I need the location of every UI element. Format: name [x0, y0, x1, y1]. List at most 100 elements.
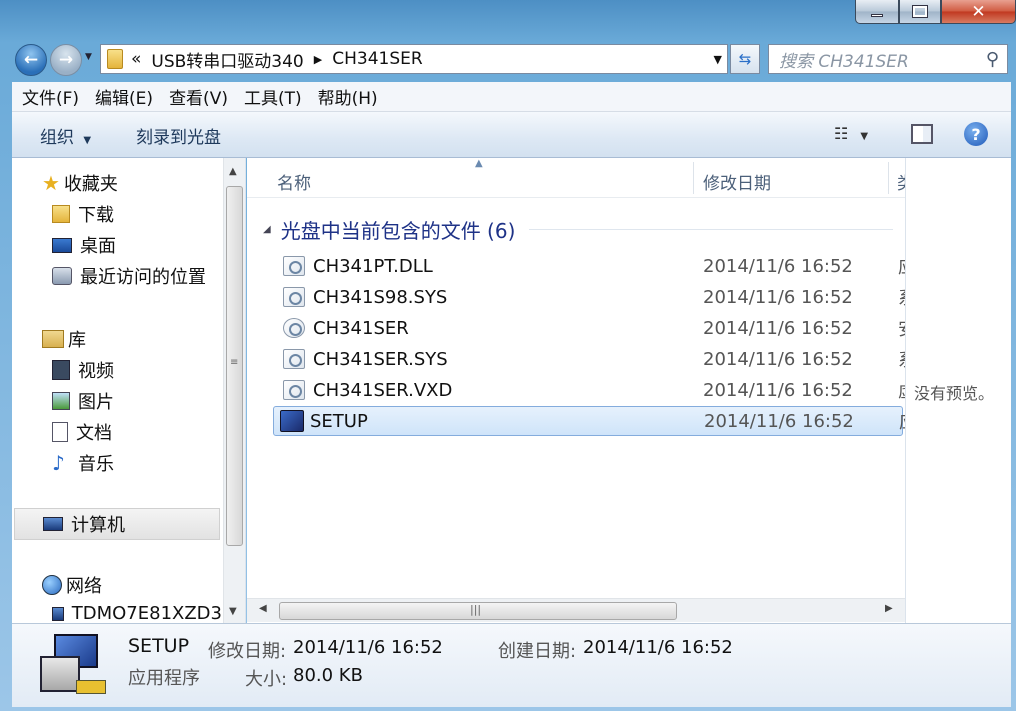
nav-scrollbar[interactable]: ▲ ≡ ▼: [223, 158, 245, 623]
maximize-icon: [912, 5, 928, 18]
details-file-name: SETUP: [128, 635, 190, 657]
file-date: 2014/11/6 16:52: [703, 286, 853, 308]
group-header[interactable]: ◢ 光盘中当前包含的文件 (6): [263, 215, 893, 244]
details-created-label: 创建日期:: [498, 641, 577, 662]
nav-network[interactable]: 网络: [42, 572, 102, 598]
nav-computer[interactable]: 计算机: [14, 508, 220, 540]
file-date: 2014/11/6 16:52: [704, 410, 854, 432]
view-options-button[interactable]: ☷ ▼: [834, 124, 868, 143]
nav-item-downloads[interactable]: 下载: [52, 201, 114, 227]
command-bar: 组织 ▼ 刻录到光盘 ☷ ▼ ?: [12, 112, 1011, 158]
file-name: SETUP: [310, 410, 368, 432]
documents-icon: [52, 422, 68, 442]
nav-item-pictures[interactable]: 图片: [52, 388, 114, 414]
search-input[interactable]: 搜索 CH341SER ⚲: [768, 44, 1008, 74]
menu-help[interactable]: 帮助(H): [318, 84, 378, 109]
address-history-dropdown-icon[interactable]: ▼: [714, 53, 722, 66]
scroll-up-icon[interactable]: ▲: [229, 166, 237, 177]
forward-button[interactable]: →: [50, 44, 82, 76]
nav-item-desktop[interactable]: 桌面: [52, 232, 116, 258]
file-row-selected[interactable]: SETUP 2014/11/6 16:52 应: [273, 406, 911, 436]
search-placeholder: 搜索 CH341SER: [779, 51, 909, 72]
back-button[interactable]: ←: [15, 44, 47, 76]
nav-item-documents[interactable]: 文档: [52, 419, 112, 445]
horizontal-scroll-thumb[interactable]: |||: [279, 602, 677, 620]
nav-item-label: TDMO7E81XZD3: [71, 603, 222, 624]
refresh-button[interactable]: ⇆: [730, 44, 760, 74]
close-button[interactable]: ✕: [941, 0, 1016, 24]
recent-pages-dropdown[interactable]: ▼: [85, 52, 92, 62]
column-divider[interactable]: [693, 162, 694, 194]
column-date[interactable]: 修改日期: [703, 169, 771, 194]
nav-item-label: 最近访问的位置: [80, 267, 206, 288]
nav-item-network-computer[interactable]: TDMO7E81XZD3: [52, 603, 222, 624]
menu-bar: 文件(F) 编辑(E) 查看(V) 工具(T) 帮助(H): [12, 82, 1011, 112]
nav-network-label: 网络: [66, 576, 102, 597]
help-icon: ?: [971, 124, 981, 144]
column-headers: 名称 ▲ 修改日期 类: [247, 158, 905, 198]
file-date: 2014/11/6 16:52: [703, 255, 853, 277]
setup-program-icon: [280, 410, 304, 432]
system-file-icon: [283, 349, 305, 369]
nav-item-label: 文档: [76, 423, 112, 444]
navigation-pane: ★ 收藏夹 下载 桌面 最近访问的位置 库 视频 图片 文档 ♪ 音乐 计算机 …: [12, 158, 246, 624]
file-row[interactable]: CH341PT.DLL 2014/11/6 16:52 应: [273, 251, 910, 281]
minimize-button[interactable]: [855, 0, 899, 24]
scroll-left-icon[interactable]: ◀: [259, 603, 267, 614]
refresh-icon: ⇆: [738, 50, 752, 68]
nav-libraries[interactable]: 库: [42, 326, 86, 352]
menu-file[interactable]: 文件(F): [22, 84, 79, 109]
details-file-kind: 应用程序: [128, 668, 200, 689]
breadcrumb-separator-icon[interactable]: ▶: [314, 53, 322, 66]
nav-item-music[interactable]: ♪ 音乐: [52, 450, 114, 476]
column-divider[interactable]: [888, 162, 889, 194]
file-name: CH341PT.DLL: [313, 255, 433, 277]
menu-tools[interactable]: 工具(T): [244, 84, 302, 109]
collapse-group-icon[interactable]: ◢: [263, 224, 271, 235]
scroll-down-icon[interactable]: ▼: [229, 606, 237, 617]
nav-favorites[interactable]: ★ 收藏夹: [42, 170, 118, 196]
help-button[interactable]: ?: [964, 122, 988, 146]
column-type[interactable]: 类: [897, 169, 905, 194]
close-icon: ✕: [971, 1, 986, 22]
scroll-right-icon[interactable]: ▶: [885, 603, 893, 614]
chevron-down-icon: ▼: [860, 131, 869, 142]
preview-pane: 没有预览。: [905, 158, 1011, 623]
file-row[interactable]: CH341S98.SYS 2014/11/6 16:52 系: [273, 282, 910, 312]
nav-favorites-label: 收藏夹: [63, 174, 118, 195]
column-name[interactable]: 名称: [277, 169, 311, 194]
pictures-icon: [52, 392, 70, 410]
file-name: CH341SER: [313, 317, 409, 339]
group-divider: [529, 229, 893, 230]
star-icon: ★: [42, 171, 60, 195]
nav-item-videos[interactable]: 视频: [52, 357, 114, 383]
preview-pane-button[interactable]: [911, 124, 933, 144]
file-row[interactable]: CH341SER.SYS 2014/11/6 16:52 系: [273, 344, 910, 374]
preview-pane-icon: [923, 126, 931, 142]
horizontal-scrollbar[interactable]: ◀ ||| ▶: [247, 598, 905, 622]
arrow-left-icon: ←: [23, 50, 39, 70]
file-name: CH341S98.SYS: [313, 286, 448, 308]
details-modified-label: 修改日期:: [208, 641, 287, 662]
file-list-pane: 名称 ▲ 修改日期 类 ◢ 光盘中当前包含的文件 (6) CH341PT.DLL…: [247, 158, 911, 623]
nav-scroll-thumb[interactable]: ≡: [226, 186, 243, 546]
file-name: CH341SER.SYS: [313, 348, 448, 370]
nav-item-recent[interactable]: 最近访问的位置: [52, 263, 206, 289]
menu-view[interactable]: 查看(V): [169, 84, 228, 109]
details-size-label: 大小:: [245, 669, 288, 690]
system-file-icon: [283, 256, 305, 276]
details-pane: SETUP 应用程序 修改日期: 2014/11/6 16:52 大小: 80.…: [12, 623, 1011, 707]
nav-item-label: 音乐: [78, 454, 114, 475]
breadcrumb-item[interactable]: USB转串口驱动340: [151, 47, 303, 72]
file-name: CH341SER.VXD: [313, 379, 453, 401]
file-row[interactable]: CH341SER 2014/11/6 16:52 安: [273, 313, 910, 343]
breadcrumb-overflow[interactable]: «: [131, 49, 141, 69]
burn-to-disc-button[interactable]: 刻录到光盘: [136, 123, 221, 148]
address-bar[interactable]: « USB转串口驱动340 ▶ CH341SER ▼: [100, 44, 728, 74]
setup-program-large-icon: [40, 634, 106, 698]
menu-edit[interactable]: 编辑(E): [95, 84, 153, 109]
file-row[interactable]: CH341SER.VXD 2014/11/6 16:52 虚: [273, 375, 910, 405]
maximize-button[interactable]: [899, 0, 941, 24]
breadcrumb-item[interactable]: CH341SER: [332, 49, 422, 69]
organize-button[interactable]: 组织 ▼: [40, 123, 91, 148]
